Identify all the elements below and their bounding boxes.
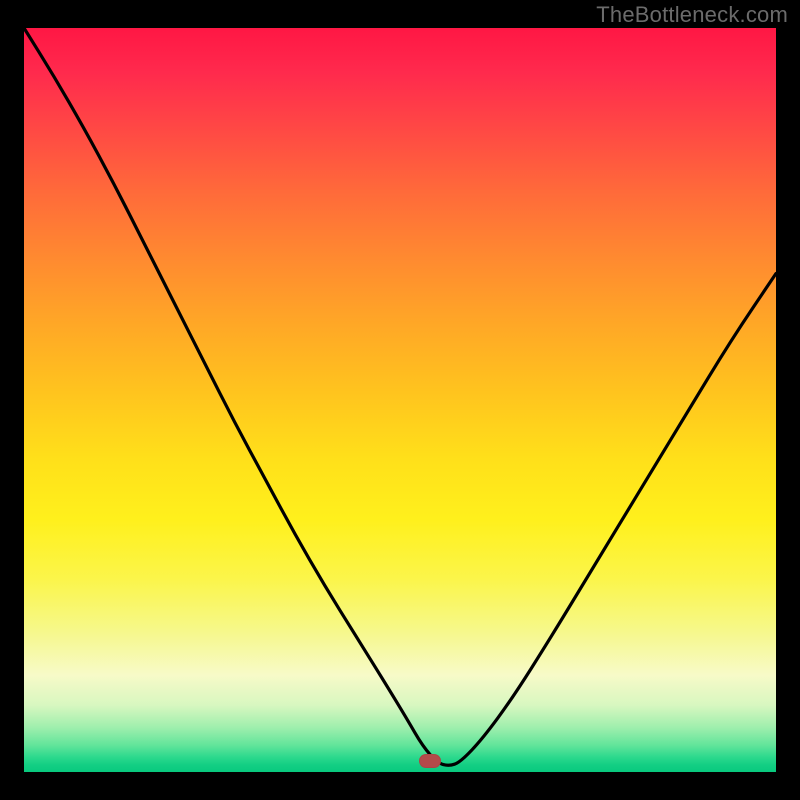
optimal-point-marker	[419, 754, 441, 768]
bottleneck-curve	[24, 28, 776, 772]
chart-stage: TheBottleneck.com	[0, 0, 800, 800]
plot-area	[24, 28, 776, 772]
watermark-text: TheBottleneck.com	[596, 2, 788, 28]
